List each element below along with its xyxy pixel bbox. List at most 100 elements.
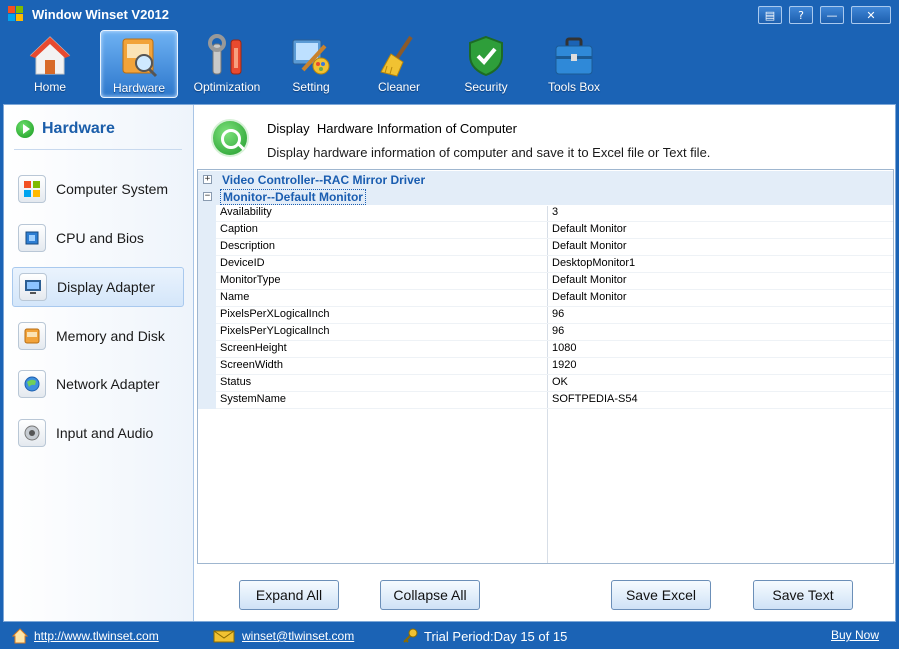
table-row[interactable]: ScreenHeight 1080: [198, 341, 893, 358]
sidebar-item-cpu-and-bios[interactable]: CPU and Bios: [12, 218, 184, 258]
toolbar-setting[interactable]: Setting: [272, 30, 350, 98]
property-value[interactable]: Default Monitor: [552, 291, 627, 303]
property-value[interactable]: 3: [552, 206, 558, 218]
sidebar-item-label: Input and Audio: [56, 425, 154, 441]
sidebar-item-display-adapter[interactable]: Display Adapter: [12, 267, 184, 307]
row-gutter: [198, 290, 216, 307]
email-link[interactable]: winset@tlwinset.com: [242, 629, 354, 643]
row-gutter: [198, 273, 216, 290]
property-value[interactable]: 96: [552, 308, 564, 320]
table-row[interactable]: PixelsPerXLogicalInch 96: [198, 307, 893, 324]
toolbar-hardware[interactable]: Hardware: [100, 30, 178, 98]
property-value[interactable]: 1080: [552, 342, 576, 354]
property-value[interactable]: Default Monitor: [552, 240, 627, 252]
play-icon: [16, 120, 34, 138]
property-name: PixelsPerYLogicalInch: [220, 325, 330, 337]
row-gutter: [198, 205, 216, 222]
options-button[interactable]: ▤: [758, 6, 782, 24]
main-toolbar: Home Hardware Optimization Setting Clean…: [0, 28, 899, 100]
save-excel-button[interactable]: Save Excel: [611, 580, 711, 610]
toolbar-optimization[interactable]: Optimization: [188, 30, 266, 98]
property-name: Caption: [220, 223, 258, 235]
windows-icon: [18, 175, 46, 203]
property-value[interactable]: DesktopMonitor1: [552, 257, 635, 269]
windows-logo-icon: [8, 6, 24, 22]
sidebar-item-network-adapter[interactable]: Network Adapter: [12, 364, 184, 404]
optimization-icon: [208, 34, 242, 75]
property-name: Status: [220, 376, 252, 388]
collapse-all-button[interactable]: Collapse All: [380, 580, 480, 610]
minimize-button[interactable]: —: [820, 6, 844, 24]
sidebar-title: Hardware: [42, 120, 115, 137]
broom-icon: [380, 35, 413, 77]
toolbox-icon: [555, 37, 593, 75]
table-row[interactable]: Status OK: [198, 375, 893, 392]
property-name: Availability: [220, 206, 272, 218]
property-name: DeviceID: [220, 257, 265, 269]
group-row-video-controller[interactable]: + Video Controller--RAC Mirror Driver: [198, 171, 893, 188]
property-value[interactable]: OK: [552, 376, 568, 388]
table-row[interactable]: Caption Default Monitor: [198, 222, 893, 239]
main-panel: Hardware Computer System CPU and Bios Di…: [3, 104, 896, 622]
email-icon: [213, 630, 235, 643]
property-value[interactable]: Default Monitor: [552, 274, 627, 286]
monitor-icon: [19, 273, 47, 301]
row-gutter: [198, 341, 216, 358]
group-row-monitor[interactable]: − Monitor--Default Monitor: [198, 188, 893, 205]
property-value[interactable]: SOFTPEDIA-S54: [552, 393, 638, 405]
save-text-button[interactable]: Save Text: [753, 580, 853, 610]
buy-area: Buy Now: [831, 628, 879, 642]
table-row[interactable]: SystemName SOFTPEDIA-S54: [198, 392, 893, 409]
memory-icon: [18, 322, 46, 350]
globe-icon: [18, 370, 46, 398]
sidebar-item-input-and-audio[interactable]: Input and Audio: [12, 413, 184, 453]
property-value[interactable]: Default Monitor: [552, 223, 627, 235]
expand-all-button[interactable]: Expand All: [239, 580, 339, 610]
row-gutter: [198, 324, 216, 341]
group-label: Monitor--Default Monitor: [220, 188, 366, 205]
property-name: MonitorType: [220, 274, 281, 286]
hardware-icon: [122, 38, 158, 78]
row-gutter: [198, 222, 216, 239]
title-bar: Window Winset V2012 ▤ ? — ✕: [0, 0, 899, 28]
property-name: ScreenHeight: [220, 342, 287, 354]
row-gutter: [198, 392, 216, 409]
property-name: Name: [220, 291, 250, 303]
expand-toggle-icon[interactable]: +: [203, 175, 212, 184]
sidebar-divider: [14, 149, 182, 150]
property-name: ScreenWidth: [220, 359, 283, 371]
content-area: Display Hardware Information of Computer…: [195, 105, 895, 621]
property-name: PixelsPerXLogicalInch: [220, 308, 330, 320]
table-row[interactable]: Availability 3: [198, 205, 893, 222]
table-row[interactable]: ScreenWidth 1920: [198, 358, 893, 375]
property-grid[interactable]: + Video Controller--RAC Mirror Driver − …: [197, 169, 894, 564]
buy-now-link[interactable]: Buy Now: [831, 628, 879, 642]
sidebar-item-label: Memory and Disk: [56, 328, 165, 344]
table-row[interactable]: MonitorType Default Monitor: [198, 273, 893, 290]
table-row[interactable]: DeviceID DesktopMonitor1: [198, 256, 893, 273]
toolbar-security[interactable]: Security: [447, 30, 525, 98]
shield-icon: [469, 35, 503, 77]
table-row[interactable]: PixelsPerYLogicalInch 96: [198, 324, 893, 341]
sidebar-item-memory-and-disk[interactable]: Memory and Disk: [12, 316, 184, 356]
website-link[interactable]: http://www.tlwinset.com: [34, 629, 159, 643]
trial-period-text: Trial Period:Day 15 of 15: [424, 628, 568, 644]
table-row[interactable]: Name Default Monitor: [198, 290, 893, 307]
toolbar-cleaner[interactable]: Cleaner: [360, 30, 438, 98]
table-row[interactable]: Description Default Monitor: [198, 239, 893, 256]
property-name: SystemName: [220, 393, 287, 405]
row-gutter: [198, 239, 216, 256]
email-link-area: winset@tlwinset.com: [212, 628, 354, 644]
key-icon: [403, 628, 418, 643]
home-icon: [12, 628, 28, 644]
chip-icon: [18, 224, 46, 252]
toolbar-tools-box[interactable]: Tools Box: [535, 30, 613, 98]
toolbar-home[interactable]: Home: [11, 30, 89, 98]
property-value[interactable]: 96: [552, 325, 564, 337]
sidebar-item-computer-system[interactable]: Computer System: [12, 169, 184, 209]
property-value[interactable]: 1920: [552, 359, 576, 371]
magnifier-icon: [211, 119, 249, 157]
help-button[interactable]: ?: [789, 6, 813, 24]
close-button[interactable]: ✕: [851, 6, 891, 24]
collapse-toggle-icon[interactable]: −: [203, 192, 212, 201]
